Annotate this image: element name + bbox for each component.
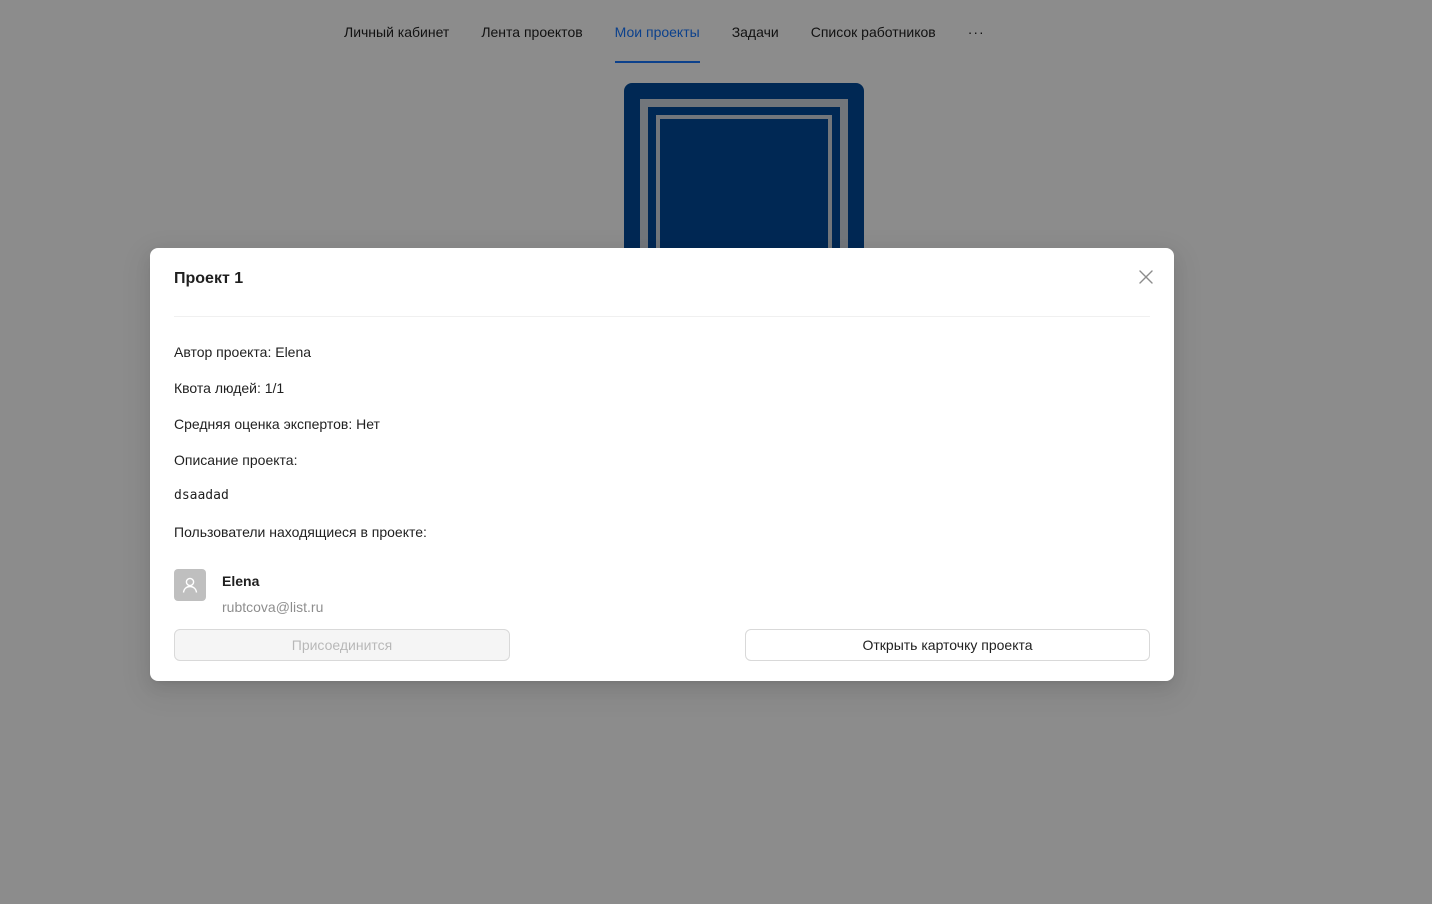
expert-rating: Средняя оценка экспертов: Нет xyxy=(174,416,380,432)
project-author: Автор проекта: Elena xyxy=(174,344,312,360)
member-email: rubtcova@list.ru xyxy=(222,599,324,615)
people-quota: Квота людей: 1/1 xyxy=(174,380,285,396)
description-label: Описание проекта: xyxy=(174,452,298,468)
member-list-item: Elena rubtcova@list.ru xyxy=(174,569,574,617)
page: Личный кабинет Лента проектов Мои проект… xyxy=(0,0,1432,904)
modal-divider xyxy=(174,316,1150,317)
member-name: Elena xyxy=(222,573,260,589)
avatar xyxy=(174,569,206,601)
close-button[interactable] xyxy=(1134,265,1158,289)
project-modal: Проект 1 Автор проекта: Elena Квота люде… xyxy=(150,248,1174,681)
open-project-card-button[interactable]: Открыть карточку проекта xyxy=(745,629,1150,661)
close-icon xyxy=(1139,270,1153,284)
modal-title: Проект 1 xyxy=(174,270,244,287)
members-label: Пользователи находящиеся в проекте: xyxy=(174,524,427,540)
join-button[interactable]: Присоединится xyxy=(174,629,510,661)
project-description: dsaadad xyxy=(174,488,229,503)
user-icon xyxy=(182,577,198,593)
